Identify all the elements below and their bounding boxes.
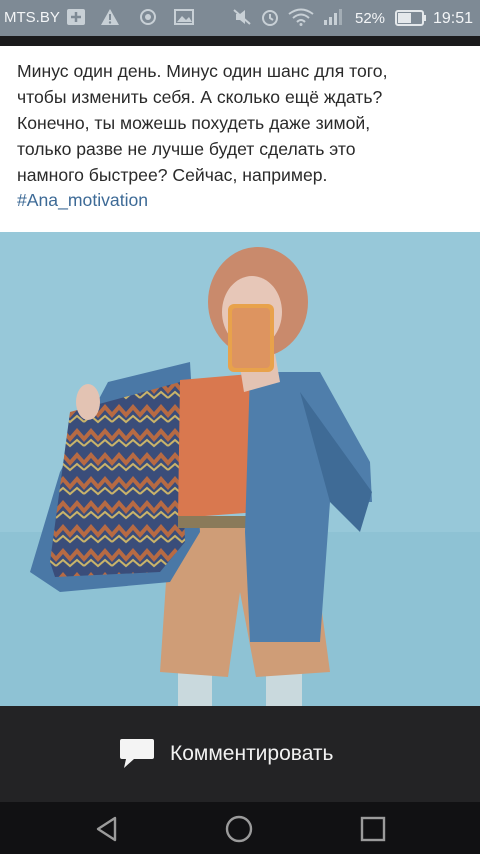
battery-percent: 52% — [355, 10, 386, 27]
alarm-icon — [262, 10, 278, 26]
image-icon — [174, 9, 194, 25]
navigation-bar — [0, 802, 480, 854]
comment-bar: Комментировать — [0, 706, 480, 802]
battery-icon — [395, 10, 426, 26]
home-icon[interactable] — [224, 814, 254, 844]
comment-label: Комментировать — [170, 742, 334, 765]
comment-button[interactable]: Комментировать — [118, 736, 333, 772]
wifi-icon — [288, 8, 314, 26]
carrier-name: MTS.BY — [4, 9, 60, 26]
speech-bubble-icon — [120, 739, 154, 768]
sync-icon — [140, 9, 156, 25]
post-card: Минус один день. Минус один шанс для тог… — [0, 46, 480, 232]
recents-icon[interactable] — [358, 814, 388, 844]
warning-icon — [101, 9, 119, 25]
back-icon[interactable] — [92, 814, 122, 844]
status-bar: MTS.BY 52% 19:51 — [0, 0, 480, 36]
header-strip — [0, 36, 480, 46]
mute-icon — [233, 9, 251, 25]
hashtag-link[interactable]: #Ana_motivation — [17, 190, 148, 211]
signal-icon — [324, 9, 342, 25]
post-photo[interactable] — [0, 232, 480, 706]
plus-icon — [67, 9, 85, 25]
clock: 19:51 — [433, 10, 474, 27]
post-text: Минус один день. Минус один шанс для тог… — [17, 61, 388, 185]
